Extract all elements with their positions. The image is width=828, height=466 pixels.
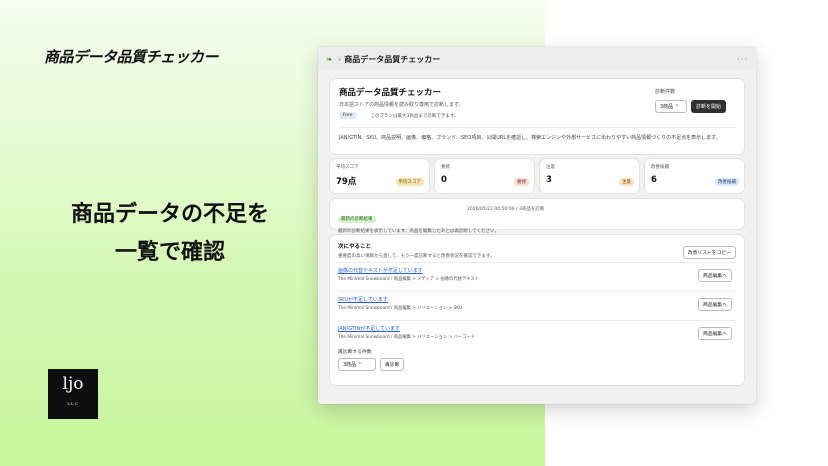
stat-badge: 注意 bbox=[619, 178, 634, 186]
brand-logo: ljo LLC bbox=[48, 369, 98, 419]
logo-mark: ljo bbox=[62, 374, 84, 394]
rediagnose-count-select[interactable]: 3商品 ⌃ bbox=[338, 358, 376, 371]
last-result-description: 最新の診断結果を表示しています。商品を編集したあとは再診断してください。 bbox=[338, 229, 500, 234]
stat-label: 要修 bbox=[441, 165, 450, 170]
stat-badge: 改善候補 bbox=[715, 178, 739, 186]
logo-small: LLC bbox=[67, 401, 79, 406]
plan-note: このプランは最大3商品まで診断できます。 bbox=[370, 113, 459, 119]
issue-link[interactable]: 画像の代替テキストが不足しています bbox=[338, 267, 736, 274]
issue-path: The Minimal Snowboard / 商品編集 > メディア > 画像… bbox=[338, 277, 480, 282]
rediagnose-section: 再診断する件数 3商品 ⌃ 再診断 bbox=[338, 348, 736, 371]
stat-label: 改善候補 bbox=[651, 165, 669, 170]
stat-label: 注意 bbox=[546, 165, 555, 170]
count-select[interactable]: 3商品 ⌃ bbox=[655, 100, 687, 113]
edit-product-button[interactable]: 商品編集へ bbox=[698, 269, 732, 282]
hero-subtitle-line1: 商品データの不足を bbox=[70, 202, 269, 227]
list-item: 画像の代替テキストが不足しています The Minimal Snowboard … bbox=[338, 262, 736, 288]
app-window: ❧ › 商品データ品質チェッカー ··· 商品データ品質チェッカー 日本語ストア… bbox=[318, 47, 756, 404]
run-diagnosis-button[interactable]: 診断を開始 bbox=[691, 100, 727, 113]
plan-badge: Free bbox=[339, 112, 357, 119]
hero-title: 商品データ品質チェッカー bbox=[44, 48, 219, 66]
todo-description: 重要度の高い項目から直して、もう一度診断すると改善状況を確認できます。 bbox=[338, 254, 495, 259]
edit-product-button[interactable]: 商品編集へ bbox=[698, 298, 732, 311]
todo-card: 次にやること 重要度の高い項目から直して、もう一度診断すると改善状況を確認できま… bbox=[330, 235, 744, 385]
last-result-time: 2026/05/22 00:50:09 / 3商品を診断 bbox=[467, 207, 545, 212]
issue-link[interactable]: JAN/GTINが不足しています bbox=[338, 325, 736, 332]
stat-label: 平均スコア bbox=[336, 165, 359, 170]
more-menu-icon[interactable]: ··· bbox=[737, 55, 748, 64]
copy-list-button[interactable]: 改善リストをコピー bbox=[682, 246, 736, 259]
list-item: SKUが不足しています The Minimal Snowboard / 商品編集… bbox=[338, 291, 736, 317]
last-result-card: 最新の診断結果 2026/05/22 00:50:09 / 3商品を診断 最新の… bbox=[330, 199, 744, 234]
todo-title: 次にやること bbox=[338, 244, 372, 250]
stats-row: 平均スコア 79点 平均スコア 要修 0 要修 注意 3 注意 改善候補 6 改… bbox=[330, 159, 744, 193]
stat-card-score: 平均スコア 79点 平均スコア bbox=[330, 159, 429, 193]
last-result-badge: 最新の診断結果 bbox=[338, 216, 376, 223]
count-label: 診断件数 bbox=[655, 89, 676, 95]
stat-badge: 平均スコア bbox=[395, 178, 424, 186]
stat-card-required: 要修 0 要修 bbox=[435, 159, 534, 193]
check-scope-note: JAN/GTIN、SKU、商品説明、画像、価格、ブランド、SEO項目、公開URL… bbox=[339, 127, 735, 142]
stat-card-warning: 注意 3 注意 bbox=[540, 159, 639, 193]
stat-badge: 要修 bbox=[514, 178, 529, 186]
chevron-right-icon: › bbox=[338, 54, 342, 64]
rediagnose-label: 再診断する件数 bbox=[338, 350, 372, 355]
list-item: JAN/GTINが不足しています The Minimal Snowboard /… bbox=[338, 320, 736, 346]
rediagnose-button[interactable]: 再診断 bbox=[380, 358, 405, 371]
overview-card: 商品データ品質チェッカー 日本語ストアの商品情報を読み取り専用で診断します。 F… bbox=[330, 79, 744, 154]
issue-link[interactable]: SKUが不足しています bbox=[338, 296, 736, 303]
stat-card-improve: 改善候補 6 改善候補 bbox=[645, 159, 744, 193]
window-title: 商品データ品質チェッカー bbox=[344, 54, 441, 64]
hero-subtitle-line2: 一覧で確認 bbox=[114, 240, 225, 265]
edit-product-button[interactable]: 商品編集へ bbox=[698, 327, 732, 340]
window-header: ❧ › 商品データ品質チェッカー ··· bbox=[318, 47, 756, 71]
issue-path: The Minimal Snowboard / 商品編集 > バリエーション >… bbox=[338, 335, 476, 340]
issue-path: The Minimal Snowboard / 商品編集 > バリエーション >… bbox=[338, 306, 463, 311]
app-leaf-icon: ❧ bbox=[326, 54, 333, 64]
hero-subtitle: 商品データの不足を 一覧で確認 bbox=[40, 196, 300, 272]
